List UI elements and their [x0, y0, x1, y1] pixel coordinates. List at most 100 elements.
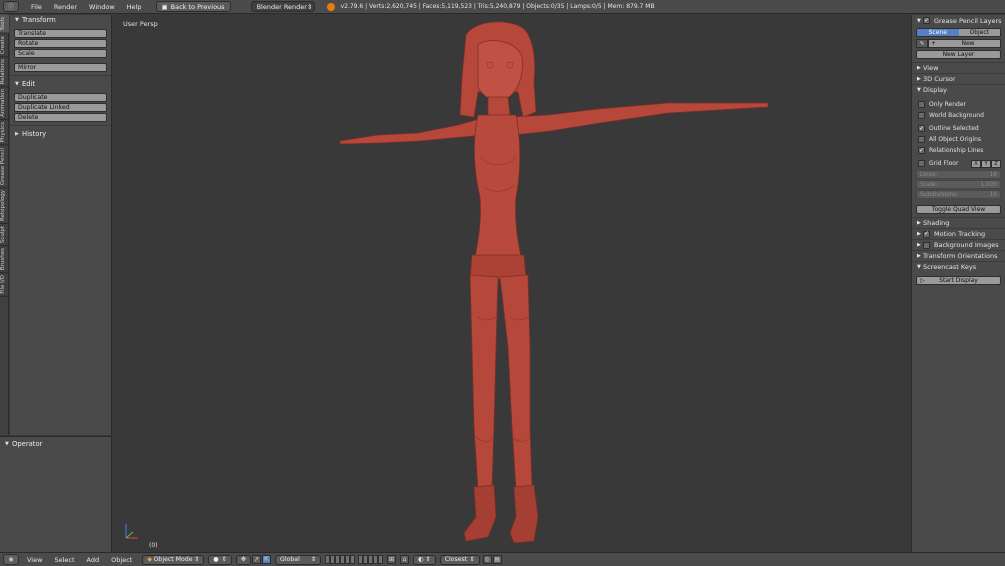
outline-selected-checkbox[interactable]: ✓ [918, 125, 925, 132]
only-render-checkbox[interactable] [918, 101, 925, 108]
new-grease-pencil-button[interactable]: + New [928, 39, 1001, 48]
menu-object[interactable]: Object [105, 556, 138, 564]
tab-retopology[interactable]: Retopology [0, 187, 9, 224]
snap-target-select[interactable]: Closest ⇕ [439, 554, 480, 565]
3d-viewport[interactable]: User Persp (0) [113, 15, 934, 552]
duplicate-button[interactable]: Duplicate [14, 93, 107, 102]
tab-physics[interactable]: Physics [0, 120, 9, 146]
mirror-button[interactable]: Mirror [14, 63, 107, 72]
background-images-panel-header[interactable]: ▶ Background Images [912, 239, 1005, 250]
mode-select[interactable]: ◆ Object Mode ⇕ [142, 554, 205, 565]
all-object-origins-checkbox[interactable] [918, 136, 925, 143]
layer-buttons[interactable] [325, 555, 384, 564]
operator-panel-header[interactable]: ▼ Operator [0, 439, 111, 449]
tab-animation[interactable]: Animation [0, 87, 9, 121]
opengl-render-icon[interactable]: ▤ [492, 555, 502, 564]
menu-select[interactable]: Select [48, 556, 80, 564]
back-to-previous-button[interactable]: ▣ Back to Previous [155, 1, 231, 12]
render-icon[interactable]: ◎ [482, 555, 492, 564]
chevron-updown-icon: ⇕ [310, 556, 317, 563]
editor-type-button[interactable]: ◉ [3, 554, 19, 565]
viewport-shading-select[interactable]: ● ⇕ [208, 554, 232, 565]
menu-render[interactable]: Render [48, 3, 83, 11]
tab-grease-pencil[interactable]: Grease Pencil [0, 145, 9, 188]
editor-type-button[interactable]: ⓘ [3, 1, 19, 12]
tool-tabs: Tools Create Relations Animation Physics… [0, 15, 9, 435]
character-model[interactable] [338, 17, 770, 545]
transform-orientations-panel-header[interactable]: ▶ Transform Orientations [912, 250, 1005, 261]
view-name-label: User Persp [123, 20, 158, 28]
chevron-updown-icon: ⇕ [194, 556, 200, 563]
delete-button[interactable]: Delete [14, 113, 107, 122]
start-display-button[interactable]: ▷ Start Display [916, 276, 1001, 285]
history-panel-header[interactable]: ▶ History [10, 129, 111, 139]
pencil-icon[interactable]: ✎ [916, 39, 928, 48]
scene-tab[interactable]: Scene [917, 29, 959, 36]
new-layer-button[interactable]: New Layer [916, 50, 1001, 59]
triangle-down-icon: ▼ [15, 17, 19, 23]
menu-file[interactable]: File [25, 3, 48, 11]
world-background-row[interactable]: World Background [912, 110, 1005, 121]
3d-cursor-panel-header[interactable]: ▶ 3D Cursor [912, 73, 1005, 84]
grid-scale-field[interactable]: Scale: 1.000 [916, 180, 1001, 189]
display-panel-header[interactable]: ▼ Display [912, 84, 1005, 95]
tab-file-io[interactable]: File I/O [0, 273, 9, 297]
screencast-keys-panel-header[interactable]: ▼ Screencast Keys [912, 261, 1005, 272]
tab-create[interactable]: Create [0, 33, 9, 57]
world-background-checkbox[interactable] [918, 112, 925, 119]
magnet-icon: ◐ [418, 556, 424, 563]
manipulator-icon[interactable]: ↗ [252, 555, 262, 564]
grid-floor-checkbox[interactable] [918, 160, 925, 167]
x-axis-toggle[interactable]: X [971, 159, 981, 168]
grease-pencil-panel-header[interactable]: ▼ ✓ Grease Pencil Layers [912, 15, 1005, 26]
rotate-button[interactable]: Rotate [14, 39, 107, 48]
chevron-updown-icon: ⇕ [306, 2, 313, 11]
relationship-lines-checkbox[interactable]: ✓ [918, 147, 925, 154]
properties-region: ▼ ✓ Grease Pencil Layers Scene Object ✎ … [911, 15, 1005, 552]
transform-panel-header[interactable]: ▼ Transform [10, 15, 111, 25]
motion-tracking-panel-header[interactable]: ▶ ✓ Motion Tracking [912, 228, 1005, 239]
scale-button[interactable]: Scale [14, 49, 107, 58]
background-images-checkbox[interactable] [923, 241, 930, 249]
grid-lines-field[interactable]: Lines: 16 [916, 170, 1001, 179]
outline-selected-row[interactable]: ✓ Outline Selected [912, 123, 1005, 134]
only-render-row[interactable]: Only Render [912, 99, 1005, 110]
edit-panel-header[interactable]: ▼ Edit [10, 79, 111, 89]
plus-icon: + [931, 40, 937, 47]
pivot-select[interactable]: ✥ [235, 554, 252, 565]
layers-lock-icon[interactable]: ⊞ [387, 555, 397, 564]
menu-add[interactable]: Add [81, 556, 106, 564]
grid-subdivisions-field[interactable]: Subdivisions: 10 [916, 190, 1001, 199]
menu-window[interactable]: Window [83, 3, 121, 11]
tab-sculpt[interactable]: Sculpt [0, 223, 9, 246]
pivot-icon: ✥ [240, 556, 247, 563]
tab-relations[interactable]: Relations [0, 56, 9, 88]
toggle-quad-view-button[interactable]: Toggle Quad View [916, 205, 1001, 214]
y-axis-toggle[interactable]: Y [981, 159, 991, 168]
grid-floor-row[interactable]: Grid Floor X Y Z [912, 158, 1005, 169]
operator-panel: ▼ Operator [0, 436, 112, 552]
screen-icon: ▣ [161, 2, 168, 11]
object-tab[interactable]: Object [958, 29, 1000, 36]
grease-pencil-checkbox[interactable]: ✓ [923, 17, 930, 24]
z-axis-toggle[interactable]: Z [991, 159, 1001, 168]
motion-tracking-checkbox[interactable]: ✓ [923, 230, 930, 238]
orientation-select[interactable]: Global ⇕ [275, 554, 322, 565]
all-object-origins-row[interactable]: All Object Origins [912, 134, 1005, 145]
menu-view[interactable]: View [21, 556, 48, 564]
translate-manipulator-icon[interactable]: ⇱ [262, 555, 272, 564]
frame-label: (0) [149, 542, 158, 549]
snap-element-select[interactable]: ◐ ⇕ [413, 554, 436, 565]
menu-help[interactable]: Help [121, 3, 148, 11]
render-engine-select[interactable]: Blender Render ⇕ [250, 1, 315, 12]
triangle-right-icon: ▶ [15, 131, 19, 137]
tab-tools[interactable]: Tools [0, 15, 9, 34]
translate-button[interactable]: Translate [14, 29, 107, 38]
view-panel-header[interactable]: ▶ View [912, 62, 1005, 73]
snap-toggle-icon[interactable]: ⌂ [400, 555, 410, 564]
relationship-lines-row[interactable]: ✓ Relationship Lines [912, 145, 1005, 156]
tab-brushes[interactable]: Brushes [0, 245, 9, 274]
duplicate-linked-button[interactable]: Duplicate Linked [14, 103, 107, 112]
shading-panel-header[interactable]: ▶ Shading [912, 217, 1005, 228]
play-icon: ▷ [920, 277, 925, 284]
